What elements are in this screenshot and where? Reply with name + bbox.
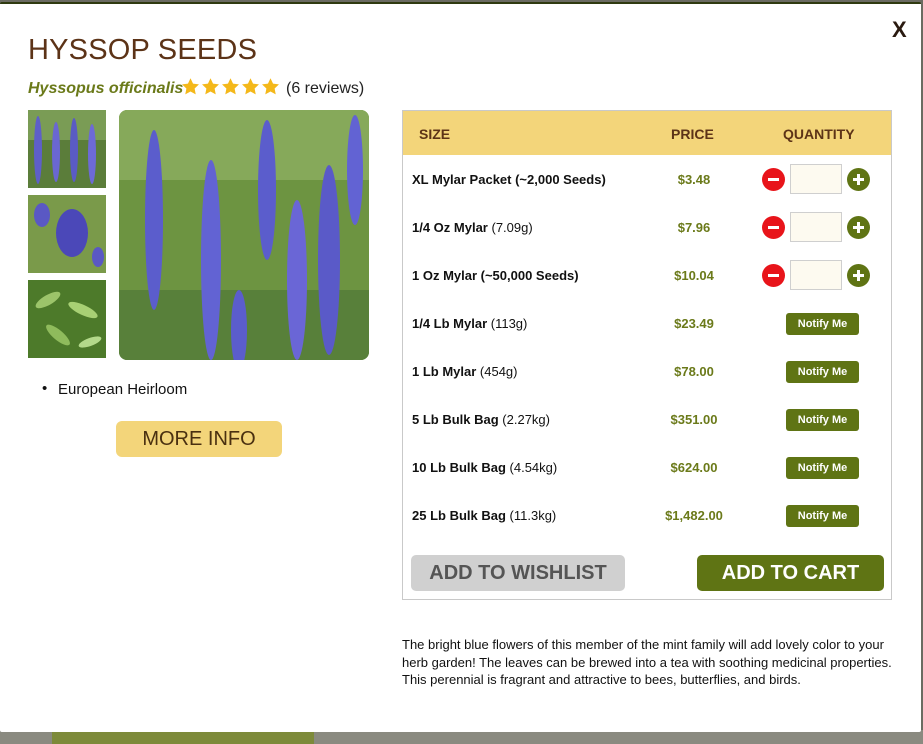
main-product-image	[119, 110, 369, 360]
size-label: 1/4 Lb Mylar (113g)	[412, 316, 527, 331]
flower-photo-thumbnail	[28, 110, 106, 188]
reviews-link[interactable]: (6 reviews)	[286, 80, 364, 98]
thumbnail-1[interactable]	[28, 110, 106, 188]
plus-icon[interactable]	[847, 168, 870, 191]
size-name: 10 Lb Bulk Bag	[412, 460, 506, 475]
table-row: 10 Lb Bulk Bag (4.54kg) $624.00 Notify Me	[403, 443, 891, 491]
notify-me-button[interactable]: Notify Me	[786, 409, 859, 431]
size-name: XL Mylar Packet (~2,000 Seeds)	[412, 172, 606, 187]
table-header: SIZE PRICE QUANTITY	[403, 111, 891, 155]
table-row: 1 Oz Mylar (~50,000 Seeds) $10.04	[403, 251, 891, 299]
size-header: SIZE	[419, 126, 451, 142]
thumbnail-3[interactable]	[28, 280, 106, 358]
price-value: $10.04	[674, 268, 714, 283]
size-name: 1 Lb Mylar	[412, 364, 477, 379]
size-weight: (113g)	[487, 316, 528, 331]
price-header: PRICE	[671, 126, 714, 142]
size-label: 1 Oz Mylar (~50,000 Seeds)	[412, 268, 579, 283]
size-name: 1/4 Lb Mylar	[412, 316, 488, 331]
table-row: 5 Lb Bulk Bag (2.27kg) $351.00 Notify Me	[403, 395, 891, 443]
product-description: The bright blue flowers of this member o…	[402, 637, 892, 687]
quantity-header: QUANTITY	[783, 126, 855, 142]
size-weight: (11.3kg)	[505, 508, 557, 523]
price-value: $7.96	[677, 220, 711, 235]
star-icon	[202, 78, 219, 95]
notify-me-button[interactable]: Notify Me	[786, 457, 859, 479]
size-name: 1/4 Oz Mylar	[412, 220, 488, 235]
close-button[interactable]: X	[892, 18, 907, 42]
minus-icon[interactable]	[762, 264, 785, 287]
size-weight: (2.27kg)	[498, 412, 550, 427]
price-value: $351.00	[670, 412, 718, 427]
table-row: 1 Lb Mylar (454g) $78.00 Notify Me	[403, 347, 891, 395]
size-label: 1/4 Oz Mylar (7.09g)	[412, 220, 533, 235]
notify-me-button[interactable]: Notify Me	[786, 313, 859, 335]
star-icon	[242, 78, 259, 95]
flower-closeup-thumbnail	[28, 195, 106, 273]
quantity-input[interactable]	[790, 260, 842, 290]
minus-icon[interactable]	[762, 216, 785, 239]
star-icon	[222, 78, 239, 95]
notify-me-button[interactable]: Notify Me	[786, 505, 859, 527]
thumbnail-2[interactable]	[28, 195, 106, 273]
star-icon	[182, 78, 199, 95]
latin-name: Hyssopus officinalis	[28, 80, 184, 97]
product-title: HYSSOP SEEDS	[28, 34, 258, 66]
price-value: $624.00	[670, 460, 718, 475]
product-modal: X HYSSOP SEEDS Hyssopus officinalis (6 r…	[0, 2, 921, 732]
plus-icon[interactable]	[847, 264, 870, 287]
add-to-wishlist-button[interactable]: ADD TO WISHLIST	[411, 555, 625, 591]
feature-label: European Heirloom	[58, 381, 188, 398]
size-label: 10 Lb Bulk Bag (4.54kg)	[412, 460, 557, 475]
feature-item: European Heirloom	[42, 380, 188, 398]
table-row: 1/4 Lb Mylar (113g) $23.49 Notify Me	[403, 299, 891, 347]
more-info-button[interactable]: MORE INFO	[116, 421, 282, 457]
table-row: 1/4 Oz Mylar (7.09g) $7.96	[403, 203, 891, 251]
rating-stars	[181, 77, 280, 96]
plus-icon[interactable]	[847, 216, 870, 239]
leaves-thumbnail	[28, 280, 106, 358]
add-to-cart-button[interactable]: ADD TO CART	[697, 555, 884, 591]
background-image-strip	[52, 730, 314, 744]
size-name: 25 Lb Bulk Bag	[412, 508, 506, 523]
price-value: $23.49	[674, 316, 714, 331]
price-value: $78.00	[674, 364, 714, 379]
notify-me-button[interactable]: Notify Me	[786, 361, 859, 383]
size-weight: (454g)	[476, 364, 518, 379]
pricing-table: SIZE PRICE QUANTITY XL Mylar Packet (~2,…	[402, 110, 892, 600]
size-label: XL Mylar Packet (~2,000 Seeds)	[412, 172, 606, 187]
table-row: 25 Lb Bulk Bag (11.3kg) $1,482.00 Notify M…	[403, 491, 891, 539]
size-weight: (7.09g)	[487, 220, 533, 235]
star-icon	[262, 78, 279, 95]
price-value: $3.48	[677, 172, 711, 187]
price-value: $1,482.00	[665, 508, 723, 523]
hyssop-flowers-photo	[119, 110, 369, 360]
size-label: 1 Lb Mylar (454g)	[412, 364, 518, 379]
size-label: 5 Lb Bulk Bag (2.27kg)	[412, 412, 550, 427]
size-name: 1 Oz Mylar (~50,000 Seeds)	[412, 268, 579, 283]
quantity-input[interactable]	[790, 212, 842, 242]
minus-icon[interactable]	[762, 168, 785, 191]
table-row: XL Mylar Packet (~2,000 Seeds) $3.48	[403, 155, 891, 203]
quantity-input[interactable]	[790, 164, 842, 194]
size-weight: (4.54kg)	[505, 460, 558, 475]
size-name: 5 Lb Bulk Bag	[412, 412, 499, 427]
size-label: 25 Lb Bulk Bag (11.3kg)	[412, 508, 556, 523]
